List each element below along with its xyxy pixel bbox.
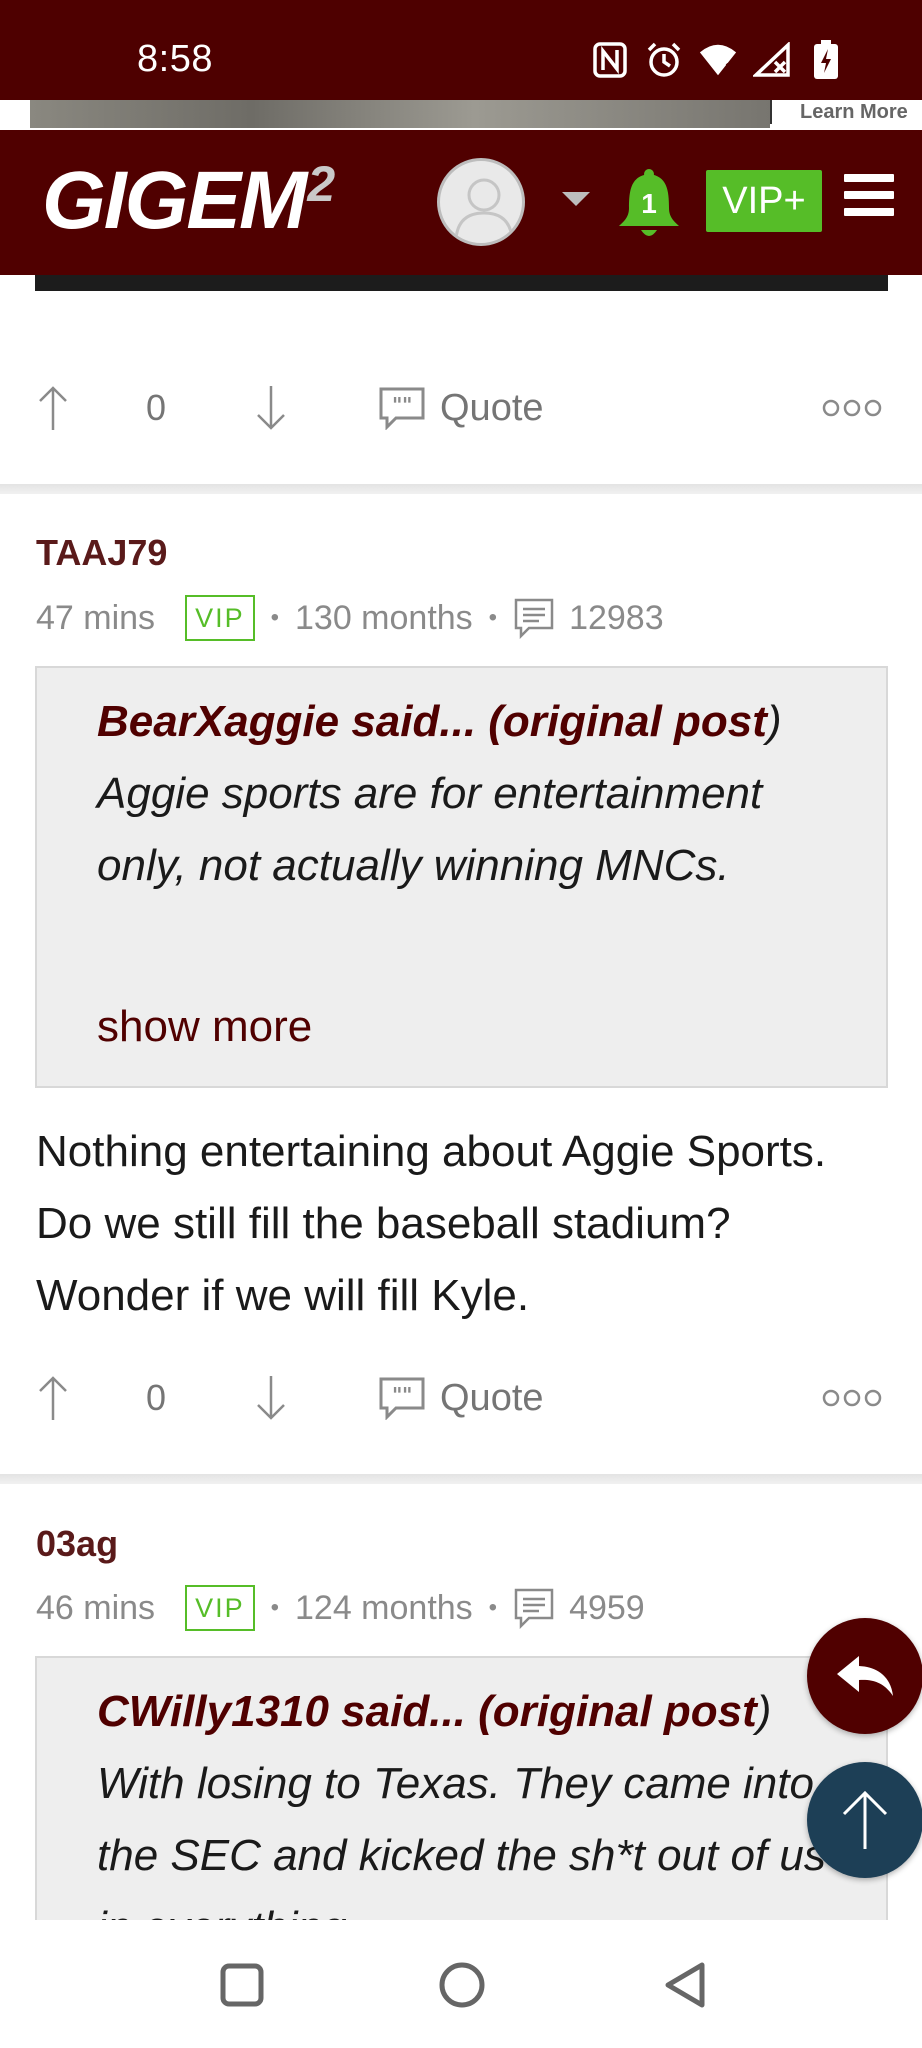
post-time: 47 mins bbox=[36, 598, 156, 637]
member-tenure: 130 months bbox=[295, 598, 473, 637]
quote-author-link[interactable]: CWilly1310 said... (original post bbox=[97, 1687, 757, 1736]
post-author[interactable]: TAAJ79 bbox=[36, 532, 167, 574]
dot-separator: • bbox=[488, 604, 498, 631]
status-icons bbox=[590, 40, 846, 80]
user-silhouette-icon bbox=[454, 178, 514, 240]
vip-badge: VIP bbox=[185, 595, 255, 641]
svg-text:": " bbox=[392, 393, 402, 417]
vote-count: 0 bbox=[146, 1377, 167, 1418]
logo-text: GIGEM bbox=[42, 155, 307, 246]
battery-charging-icon bbox=[806, 40, 846, 80]
system-navigation-bar bbox=[0, 1920, 922, 2048]
reply-icon bbox=[837, 1656, 893, 1696]
reply-button[interactable] bbox=[807, 1618, 922, 1734]
dot-separator: • bbox=[270, 604, 279, 631]
vote-count: 0 bbox=[146, 387, 167, 428]
post-count-icon bbox=[513, 1587, 555, 1629]
svg-text:": " bbox=[402, 1383, 412, 1407]
quote-icon: " " bbox=[379, 387, 425, 430]
upvote-icon[interactable] bbox=[36, 1358, 76, 1438]
downvote-icon[interactable] bbox=[254, 1358, 294, 1438]
quote-block: CWilly1310 said... (original post) With … bbox=[35, 1656, 888, 1920]
upvote-icon[interactable] bbox=[36, 368, 76, 448]
logo-superscript: 2 bbox=[307, 156, 336, 212]
vip-plus-button[interactable]: VIP+ bbox=[706, 170, 822, 232]
menu-icon[interactable] bbox=[844, 174, 894, 224]
post-divider bbox=[0, 1474, 922, 1484]
dot-separator: • bbox=[270, 1594, 279, 1621]
dot-separator: • bbox=[488, 1594, 498, 1621]
ad-banner[interactable]: Learn More bbox=[0, 100, 922, 130]
signal-icon bbox=[752, 40, 792, 80]
status-bar: 8:58 bbox=[0, 0, 922, 100]
post-actions: 0 " " Quote bbox=[0, 1358, 922, 1438]
account-dropdown-icon[interactable] bbox=[562, 192, 590, 206]
quote-label: Quote bbox=[440, 1376, 544, 1419]
ad-learn-more-button[interactable]: Learn More bbox=[770, 100, 922, 124]
more-options-icon[interactable] bbox=[822, 368, 882, 448]
avatar[interactable] bbox=[437, 158, 525, 246]
quote-text: CWilly1310 said... (original post) With … bbox=[97, 1676, 846, 1920]
post-actions: 0 " " Quote bbox=[0, 368, 922, 448]
show-more-link[interactable]: show more bbox=[97, 1002, 312, 1052]
quote-author-link[interactable]: BearXaggie said... (original post bbox=[97, 697, 767, 746]
notifications-bell-icon[interactable]: 1 bbox=[617, 168, 681, 242]
status-time: 8:58 bbox=[137, 38, 213, 80]
quote-label: Quote bbox=[440, 386, 544, 429]
arrow-up-icon bbox=[842, 1790, 888, 1849]
vip-badge: VIP bbox=[185, 1585, 255, 1631]
post-count: 4959 bbox=[569, 1588, 645, 1627]
post-author[interactable]: 03ag bbox=[36, 1523, 118, 1565]
site-logo[interactable]: GIGEM 2 bbox=[42, 156, 335, 246]
notification-count: 1 bbox=[641, 188, 657, 219]
recent-apps-icon[interactable] bbox=[217, 1960, 267, 2010]
quote-button[interactable]: " " Quote bbox=[378, 1358, 544, 1438]
more-options-icon[interactable] bbox=[822, 1358, 882, 1438]
post-time: 46 mins bbox=[36, 1588, 156, 1627]
ad-image[interactable] bbox=[30, 100, 770, 128]
downvote-icon[interactable] bbox=[254, 368, 294, 448]
post-divider bbox=[0, 484, 922, 494]
svg-text:": " bbox=[402, 393, 412, 417]
quote-text: BearXaggie said... (original post) Aggie… bbox=[97, 686, 846, 902]
post-meta: 46 mins VIP • 124 months • 4959 bbox=[36, 1583, 645, 1633]
alarm-icon bbox=[644, 40, 684, 80]
post-meta: 47 mins VIP • 130 months • 12983 bbox=[36, 593, 664, 643]
member-tenure: 124 months bbox=[295, 1588, 473, 1627]
home-icon[interactable] bbox=[437, 1960, 487, 2010]
post-media bbox=[35, 275, 888, 291]
post-count: 12983 bbox=[569, 598, 664, 637]
quote-button[interactable]: " " Quote bbox=[378, 368, 544, 448]
site-header: GIGEM 2 1 VIP+ bbox=[0, 130, 922, 275]
svg-text:": " bbox=[392, 1383, 402, 1407]
nfc-icon bbox=[590, 40, 630, 80]
scroll-to-top-button[interactable] bbox=[807, 1762, 922, 1878]
post-count-icon bbox=[513, 597, 555, 639]
post-body: Nothing entertaining about Aggie Sports.… bbox=[36, 1127, 827, 1320]
back-icon[interactable] bbox=[660, 1960, 710, 2010]
quote-block: BearXaggie said... (original post) Aggie… bbox=[35, 666, 888, 1088]
wifi-icon bbox=[698, 40, 738, 80]
quote-icon: " " bbox=[379, 1377, 425, 1420]
